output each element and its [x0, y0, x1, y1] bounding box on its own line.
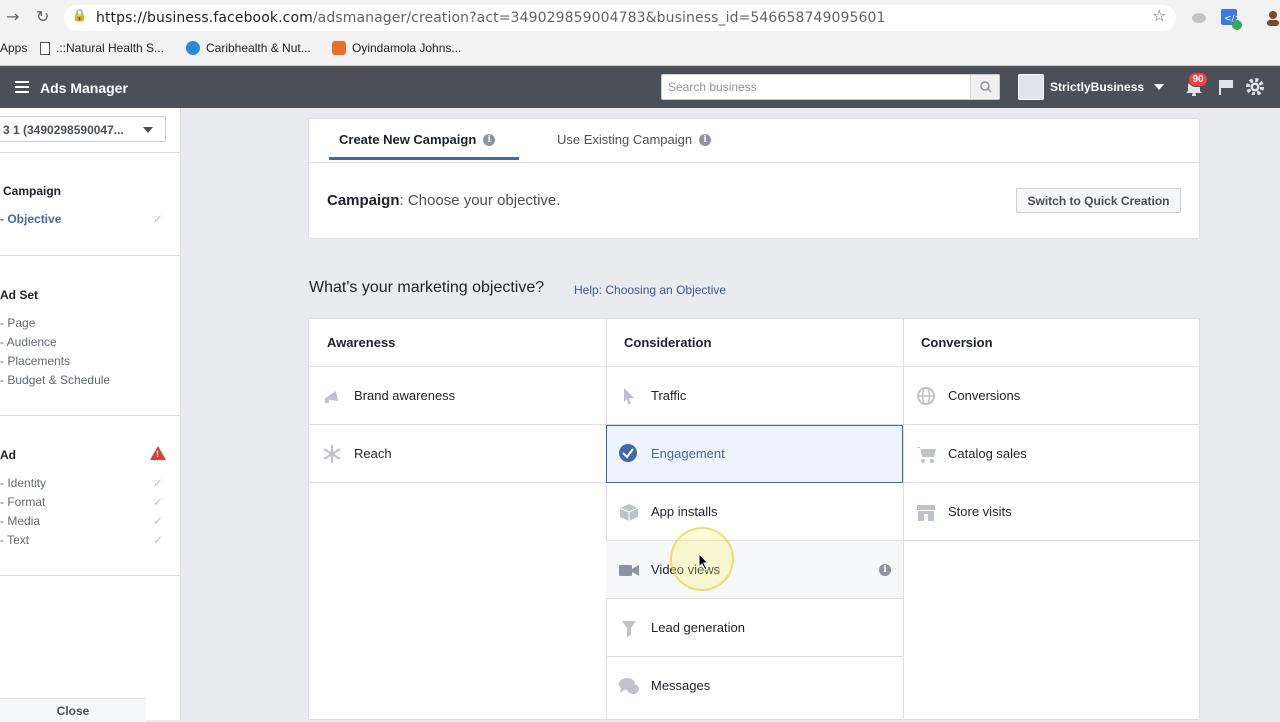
browser-toolbar: → ↻ 🔒 https://business.facebook.com/adsm…	[0, 0, 1280, 36]
sidebar-campaign-header[interactable]: Campaign	[3, 184, 61, 198]
check-icon: ✓	[153, 212, 164, 226]
column-header-awareness: Awareness	[309, 319, 606, 367]
check-circle-icon	[619, 444, 637, 462]
url-text[interactable]: https://business.facebook.com/adsmanager…	[96, 10, 886, 26]
sidebar-item-objective[interactable]: - Objective	[0, 212, 61, 226]
check-icon: ✓	[153, 476, 164, 490]
profile-icon[interactable]	[1265, 10, 1280, 26]
search-input[interactable]	[662, 75, 962, 99]
sidebar-item-page[interactable]: - Page	[0, 316, 35, 330]
bookmark-caribhealth[interactable]: Caribhealth & Nut...	[186, 41, 311, 55]
switch-to-quick-creation-button[interactable]: Switch to Quick Creation	[1016, 188, 1181, 213]
search-icon	[980, 81, 992, 93]
objective-video-views[interactable]: Video views i	[606, 541, 903, 599]
close-button[interactable]: Close	[0, 698, 146, 722]
flag-icon[interactable]	[1216, 78, 1236, 96]
campaign-heading: Campaign: Choose your objective.	[327, 192, 561, 209]
creation-sidebar: 3 1 (3490298590047... Campaign - Objecti…	[0, 108, 181, 722]
objective-lead-generation[interactable]: Lead generation	[606, 599, 903, 657]
objective-messages[interactable]: Messages	[606, 657, 903, 715]
mouse-pointer-icon	[698, 553, 710, 571]
ads-manager-topbar: Ads Manager StrictlyBusiness	[0, 66, 1280, 108]
account-avatar	[1018, 74, 1044, 100]
oyindamola-icon	[332, 41, 346, 55]
check-icon: ✓	[153, 533, 164, 547]
campaign-card: Create New Campaign i Use Existing Campai…	[308, 118, 1200, 239]
check-icon: ✓	[153, 495, 164, 509]
awareness-column: Awareness Brand awareness Reach	[309, 319, 606, 721]
extension-icon[interactable]: </>	[1221, 9, 1243, 31]
campaign-select[interactable]: 3 1 (3490298590047...	[0, 116, 166, 142]
tab-use-existing-campaign[interactable]: Use Existing Campaign i	[557, 132, 712, 147]
chevron-down-icon	[1154, 84, 1165, 90]
objective-reach[interactable]: Reach	[309, 425, 606, 483]
sidebar-item-text[interactable]: - Text	[0, 533, 29, 547]
globe-icon	[917, 387, 935, 405]
info-icon[interactable]: i	[699, 133, 712, 146]
divider	[0, 415, 181, 416]
warning-icon: !	[150, 446, 166, 460]
info-icon[interactable]: i	[879, 564, 891, 576]
objective-conversions[interactable]: Conversions	[903, 367, 1200, 425]
objective-app-installs[interactable]: App installs	[606, 483, 903, 541]
sidebar-item-placements[interactable]: - Placements	[0, 354, 70, 368]
gear-icon[interactable]	[1245, 77, 1265, 95]
reach-icon	[323, 445, 341, 463]
sidebar-ad-header[interactable]: Ad	[0, 448, 16, 462]
objective-traffic[interactable]: Traffic	[606, 367, 903, 425]
objective-store-visits[interactable]: Store visits	[903, 483, 1200, 541]
sidebar-adset-header[interactable]: Ad Set	[0, 288, 38, 302]
check-icon: ✓	[153, 514, 164, 528]
sidebar-item-media[interactable]: - Media	[0, 514, 40, 528]
column-header-conversion: Conversion	[903, 319, 1200, 367]
objective-engagement[interactable]: Engagement	[606, 425, 903, 483]
megaphone-icon	[324, 391, 338, 403]
box-icon	[619, 504, 639, 521]
reload-icon[interactable]: ↻	[36, 7, 49, 26]
video-camera-icon	[619, 565, 639, 576]
sidebar-item-audience[interactable]: - Audience	[0, 335, 57, 349]
funnel-icon	[622, 621, 636, 637]
divider	[309, 162, 1199, 163]
divider	[0, 152, 181, 153]
notification-badge: 90	[1188, 72, 1208, 87]
active-tab-indicator	[329, 157, 519, 160]
objective-brand-awareness[interactable]: Brand awareness	[309, 367, 606, 425]
info-icon[interactable]: i	[483, 133, 496, 146]
forward-icon[interactable]: →	[6, 7, 19, 26]
chat-bubbles-icon	[619, 678, 639, 694]
store-icon	[917, 505, 935, 521]
account-name: StrictlyBusiness	[1050, 80, 1145, 94]
consideration-column: Consideration Traffic Engagement App ins…	[606, 319, 903, 721]
menu-icon[interactable]	[15, 81, 29, 93]
search-button[interactable]	[970, 75, 999, 99]
bookmark-oyindamola[interactable]: Oyindamola Johns...	[332, 41, 461, 55]
chevron-down-icon	[143, 127, 153, 133]
sidebar-item-budget-schedule[interactable]: - Budget & Schedule	[0, 373, 110, 387]
bookmarks-bar: Apps .::Natural Health S... Caribhealth …	[0, 36, 1280, 66]
objective-table: Awareness Brand awareness Reach Consider…	[308, 318, 1200, 721]
conversion-column: Conversion Conversions Catalog sales Sto…	[903, 319, 1200, 721]
objective-question: What's your marketing objective?	[309, 279, 545, 296]
cursor-icon	[624, 388, 634, 404]
sidebar-item-identity[interactable]: - Identity	[0, 476, 46, 490]
help-choosing-objective-link[interactable]: Help: Choosing an Objective	[574, 283, 726, 297]
divider	[0, 255, 181, 256]
objective-catalog-sales[interactable]: Catalog sales	[903, 425, 1200, 483]
column-header-consideration: Consideration	[606, 319, 903, 367]
sidebar-item-format[interactable]: - Format	[0, 495, 45, 509]
tab-create-new-campaign[interactable]: Create New Campaign i	[339, 132, 496, 147]
page-icon	[40, 41, 50, 55]
caribhealth-icon	[186, 41, 200, 55]
star-icon[interactable]: ☆	[1152, 6, 1166, 25]
cloud-icon[interactable]	[1191, 11, 1207, 23]
account-switcher[interactable]: StrictlyBusiness	[1018, 73, 1165, 101]
app-title[interactable]: Ads Manager	[40, 80, 128, 96]
lock-icon: 🔒	[72, 8, 87, 22]
search-box[interactable]	[661, 74, 1000, 100]
bookmark-apps[interactable]: Apps	[0, 41, 27, 55]
divider	[0, 575, 181, 576]
bookmark-natural-health[interactable]: .::Natural Health S...	[40, 41, 164, 55]
shopping-cart-icon	[916, 447, 936, 463]
